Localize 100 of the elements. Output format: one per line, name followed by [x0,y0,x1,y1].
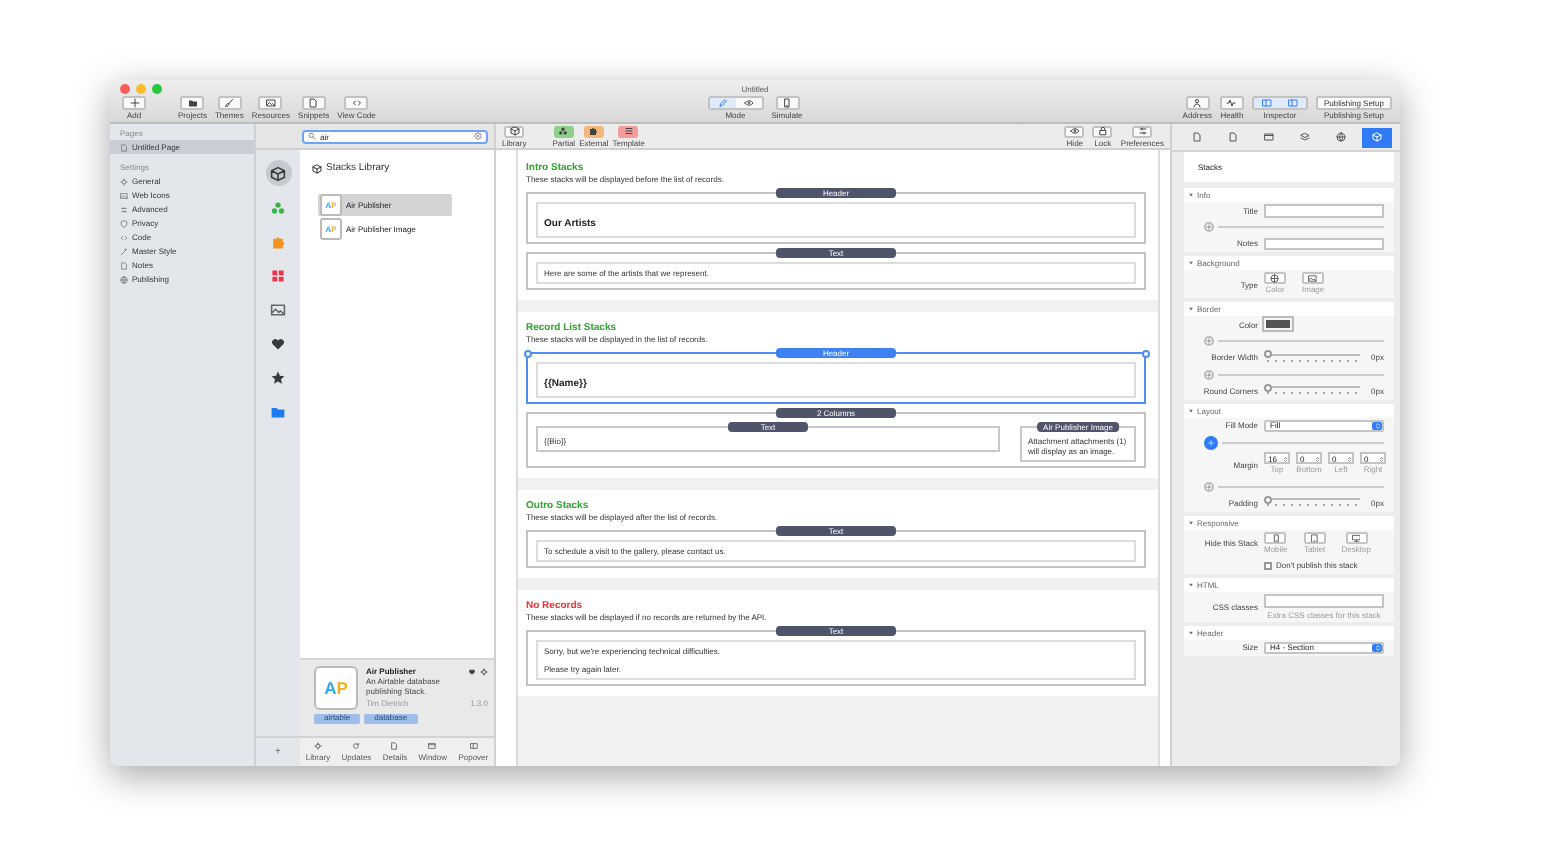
eye-icon [743,98,754,108]
image-icon [265,98,276,108]
add-button[interactable] [1204,222,1214,232]
category-button[interactable] [265,160,291,186]
toolbar-button[interactable] [618,125,639,137]
globe-icon [120,275,128,283]
cube-icon [1371,132,1381,142]
toolbar-button[interactable] [504,125,525,137]
gear-icon [120,177,128,185]
heart-icon [270,335,286,351]
option-button[interactable] [1302,272,1325,285]
device-icon [782,98,792,108]
doc-icon [120,261,128,269]
folder-icon [187,98,198,108]
doc-icon [390,742,399,750]
text-field[interactable] [1264,594,1384,607]
toolbar-button[interactable] [1185,96,1210,110]
doc-icon [1227,132,1237,142]
wheel-icon [1270,274,1280,283]
doc-icon [1191,132,1201,142]
image-icon [120,191,128,199]
add-button[interactable] [1204,369,1214,379]
toolbar-button[interactable] [775,96,799,110]
option-button[interactable] [1264,272,1286,285]
clear-icon [474,132,482,140]
inspector-tab[interactable] [1361,127,1391,147]
resize-handle[interactable] [1141,349,1149,357]
star-icon [270,369,286,385]
plus-icon [1206,371,1212,377]
window-icon [1263,132,1273,142]
tablet-icon [1310,533,1320,542]
triangle-icon [1188,260,1194,266]
add-button[interactable] [1204,435,1218,449]
text-field[interactable] [1264,204,1384,217]
toolbar-button[interactable] [1092,125,1113,137]
toolbar-button[interactable] [1219,96,1244,110]
mode-segment[interactable] [709,98,736,108]
gear-icon [480,667,488,675]
toolbar-button[interactable] [583,125,604,137]
resize-handle[interactable] [523,349,531,357]
triangle-icon [1188,192,1194,198]
pencil-icon [717,98,728,108]
sliders-icon [120,205,128,213]
globe-icon [1335,132,1345,142]
brush-icon [224,98,235,108]
search-icon [308,132,316,140]
stepper-icon [1345,455,1352,462]
slider-thumb[interactable] [1264,495,1272,504]
cube-icon [270,165,286,181]
person-icon [1192,98,1203,108]
toolbar-button[interactable] [1064,125,1085,137]
lock-icon [1097,126,1108,136]
toolbar-button[interactable] [1132,125,1153,137]
gear-icon [313,742,322,750]
slider-thumb[interactable] [1264,350,1272,359]
device-icon [1271,533,1281,542]
slider-thumb[interactable] [1264,383,1272,392]
doc-icon [308,98,319,108]
image-icon [270,301,286,317]
zoom-window-button[interactable] [152,84,162,94]
plus-icon [1208,439,1214,445]
inspector-segment[interactable] [1279,98,1306,108]
color-well[interactable] [1264,318,1292,331]
grid-icon [270,267,286,283]
puzzle-icon [588,126,599,136]
add-button[interactable] [1204,481,1214,491]
option-button[interactable] [1345,531,1368,544]
eye-icon [1069,126,1080,136]
desktop-icon [1351,533,1361,542]
puzzle-icon [270,233,286,249]
sidebar-icon [469,742,478,750]
stepper-icon [1313,455,1320,462]
image-icon [1308,274,1318,283]
text-field[interactable] [1264,237,1384,250]
cube-icon [312,163,322,173]
inspector-segment[interactable] [1253,98,1280,108]
plus-icon [1206,483,1212,489]
circles-icon [270,199,286,215]
triangle-icon [1188,306,1194,312]
option-button[interactable] [1303,531,1326,544]
option-button[interactable] [1264,531,1287,544]
add-button[interactable] [1204,336,1214,346]
plus-icon [129,98,139,108]
layers-icon [1299,132,1309,142]
cube-icon [509,126,520,136]
stepper-icon [1281,455,1288,462]
toolbar-button[interactable] [258,96,283,110]
doc-icon [120,143,128,151]
window-icon [428,742,437,750]
wand-icon [120,247,128,255]
close-window-button[interactable] [120,84,130,94]
checkbox[interactable] [1264,561,1272,570]
sliders-icon [1137,126,1148,136]
heart-icon [468,667,476,675]
list-icon [623,126,634,136]
logo: AP [314,666,358,710]
toolbar-button[interactable] [553,125,574,137]
toolbar-button[interactable] [180,96,205,110]
sidebar-icon [1287,98,1298,108]
folder-icon [270,403,286,419]
